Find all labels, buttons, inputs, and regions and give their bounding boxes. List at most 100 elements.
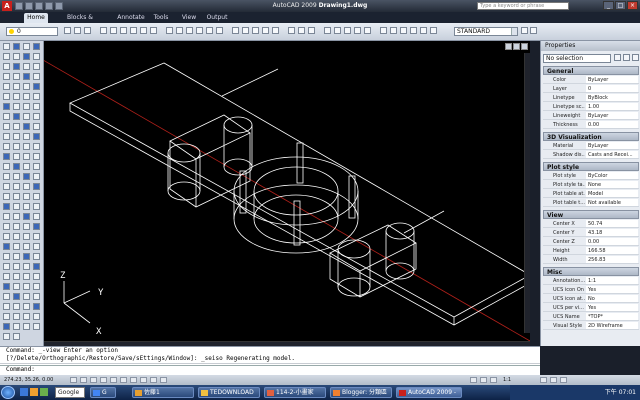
google-search-input[interactable]: Google [55, 387, 85, 398]
property-row[interactable]: UCS per vi... Yes [543, 304, 639, 312]
ducs-toggle[interactable] [130, 377, 137, 383]
rotate-icon[interactable] [120, 27, 127, 34]
help-search-input[interactable]: Type a keyword or phrase [477, 2, 569, 10]
arc-icon[interactable] [262, 27, 269, 34]
extrude-icon[interactable] [196, 27, 203, 34]
walk-icon[interactable] [3, 303, 10, 310]
property-row[interactable]: Thickness 0.00 [543, 121, 639, 129]
dwf-icon[interactable] [33, 313, 40, 320]
modify-break-icon[interactable] [33, 93, 40, 100]
property-row[interactable]: Plot style ByColor [543, 172, 639, 180]
snap-tangent-icon[interactable] [23, 223, 30, 230]
modify-scale-icon[interactable] [33, 83, 40, 90]
modify-extend-icon[interactable] [23, 93, 30, 100]
view-nw-iso-icon[interactable] [33, 183, 40, 190]
property-value[interactable]: Yes [586, 286, 638, 293]
solid-extrude-icon[interactable] [23, 123, 30, 130]
array-icon[interactable] [150, 27, 157, 34]
property-group-header[interactable]: Misc [543, 267, 639, 276]
make-block-icon[interactable] [13, 243, 20, 250]
view-ne-iso-icon[interactable] [23, 183, 30, 190]
property-value[interactable]: Casts and Recei... [586, 151, 638, 158]
property-value[interactable]: 1.00 [586, 103, 638, 110]
leader-icon[interactable] [308, 27, 315, 34]
solid-subtract-icon[interactable] [13, 133, 20, 140]
ribbon-close-icon[interactable] [530, 27, 537, 34]
draw-polygon-icon[interactable] [13, 53, 20, 60]
image-icon[interactable] [33, 243, 40, 250]
close-button[interactable]: × [627, 1, 638, 10]
grid-toggle[interactable] [80, 377, 87, 383]
property-value[interactable]: ByLayer [586, 112, 638, 119]
dim-linear-icon[interactable] [3, 153, 10, 160]
lights-icon[interactable] [400, 27, 407, 34]
text-style-dropdown[interactable]: STANDARD [454, 27, 518, 36]
snap-midpoint-icon[interactable] [13, 213, 20, 220]
property-value[interactable]: 0.00 [586, 121, 638, 128]
insert-block-icon[interactable] [3, 243, 10, 250]
drawing-viewport[interactable]: Z Y X [44, 41, 530, 346]
modify-stretch-icon[interactable] [3, 93, 10, 100]
property-group-header[interactable]: 3D Visualization [543, 132, 639, 141]
zoom-icon[interactable] [354, 27, 361, 34]
workspace-icon[interactable] [540, 377, 547, 383]
viewport-close-button[interactable] [521, 43, 528, 50]
field-icon[interactable] [23, 253, 30, 260]
command-input[interactable]: Command: [0, 365, 540, 373]
property-group-header[interactable]: View [543, 210, 639, 219]
measure-icon[interactable] [3, 263, 10, 270]
help-icon[interactable] [13, 333, 20, 340]
draw-point-icon[interactable] [23, 63, 30, 70]
move-icon[interactable] [100, 27, 107, 34]
draw-rect-icon[interactable] [3, 53, 10, 60]
layer-icon-left[interactable] [3, 233, 10, 240]
dim-aligned-icon[interactable] [13, 153, 20, 160]
solid-slice-icon[interactable] [33, 133, 40, 140]
draw-hatch-icon[interactable] [3, 63, 10, 70]
annotation-scale[interactable]: 1:1 [503, 375, 511, 385]
circle-icon[interactable] [252, 27, 259, 34]
view-back-icon[interactable] [13, 173, 20, 180]
properties-icon-left[interactable] [13, 233, 20, 240]
box-icon[interactable] [166, 27, 173, 34]
osnap-toggle[interactable] [110, 377, 117, 383]
sweep-icon[interactable] [33, 273, 40, 280]
property-row[interactable]: Width 256.83 [543, 256, 639, 264]
options-icon[interactable] [3, 333, 10, 340]
draw-spline-icon[interactable] [33, 53, 40, 60]
convert-icon[interactable] [33, 293, 40, 300]
property-row[interactable]: Shadow dis... Casts and Recei... [543, 151, 639, 159]
ortho-toggle[interactable] [90, 377, 97, 383]
lwt-toggle[interactable] [150, 377, 157, 383]
property-row[interactable]: Center Z 0.00 [543, 238, 639, 246]
render-icon[interactable] [390, 27, 397, 34]
solid-box-icon[interactable] [3, 113, 10, 120]
property-row[interactable]: UCS Name *TOP* [543, 313, 639, 321]
clean-screen-icon[interactable] [560, 377, 567, 383]
etransmit-icon[interactable] [23, 313, 30, 320]
draw-circle-icon[interactable] [23, 43, 30, 50]
modify-array-icon[interactable] [3, 83, 10, 90]
solid-wedge-icon[interactable] [3, 123, 10, 130]
layer-properties-icon[interactable] [64, 27, 71, 34]
property-value[interactable]: ByBlock [586, 94, 638, 101]
orbit-icon[interactable] [344, 27, 351, 34]
imprint-icon[interactable] [33, 283, 40, 290]
dim-angular-icon[interactable] [33, 153, 40, 160]
toolpalette-icon[interactable] [33, 323, 40, 330]
sphere-icon[interactable] [186, 27, 193, 34]
table-icon[interactable] [3, 253, 10, 260]
thicken-icon[interactable] [23, 293, 30, 300]
property-group-header[interactable]: General [543, 66, 639, 75]
solid-revolve-icon[interactable] [33, 123, 40, 130]
solid-intersect-icon[interactable] [23, 133, 30, 140]
match-props-icon[interactable] [23, 233, 30, 240]
section-icon[interactable] [3, 293, 10, 300]
lock-icon[interactable] [550, 377, 557, 383]
ie-icon[interactable] [20, 388, 28, 396]
property-row[interactable]: Material ByLayer [543, 142, 639, 150]
modify-erase-icon[interactable] [3, 73, 10, 80]
mirror-icon[interactable] [130, 27, 137, 34]
flatshot-icon[interactable] [13, 293, 20, 300]
property-value[interactable]: Model [586, 190, 638, 197]
